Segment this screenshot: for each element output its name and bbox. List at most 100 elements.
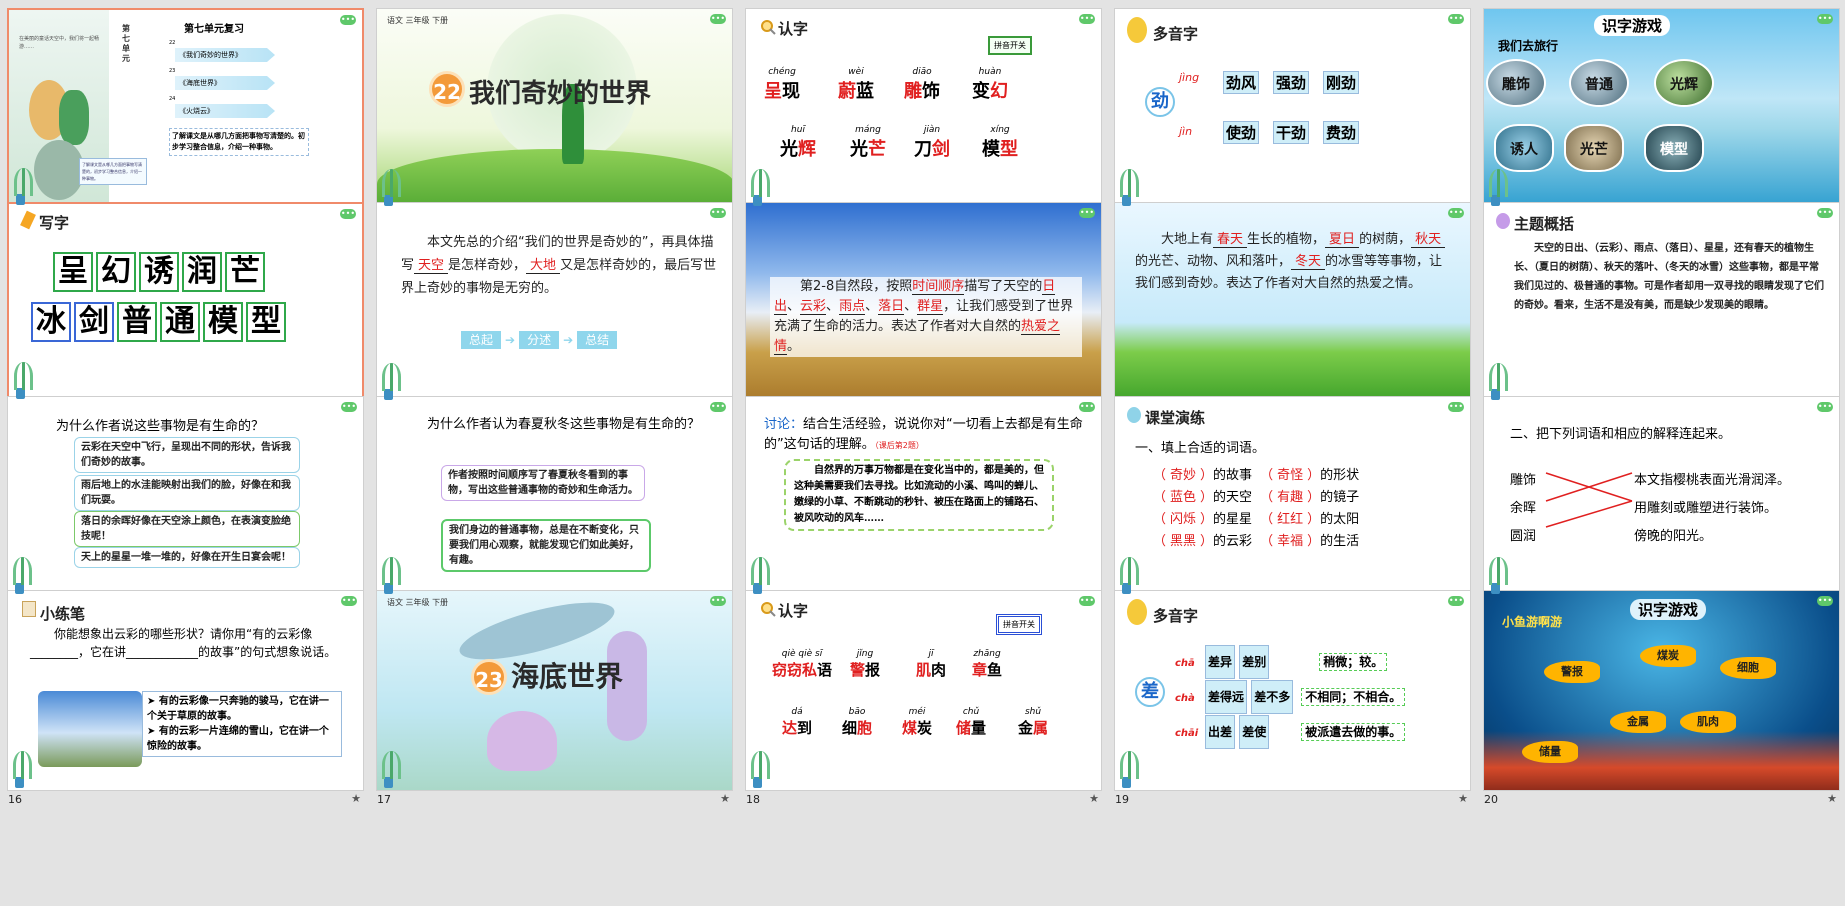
star-icon[interactable]: ★ — [1089, 792, 1099, 805]
answer-box: 云彩在天空中飞行，呈现出不同的形状，告诉我们奇妙的故事。 — [74, 437, 300, 473]
theme-summary: 天空的日出、（云彩）、雨点、（落日）、星星，还有春天的植物生长、（夏日的树荫）、… — [1514, 243, 1824, 311]
char-box: 诱 — [139, 252, 179, 292]
lesson-goal: 了解课文是从哪几方面把事物写清楚的。初步学习整合信息，介绍一种事物。 — [169, 128, 309, 156]
question-text: 为什么作者认为春夏秋冬这些事物是有生命的？ — [427, 417, 701, 432]
slide-thumbnail-19[interactable]: ••• 多音字 差 chā 差异 差别 稍微；较。 chà 差得远 差不多 不相同；不相… — [1114, 590, 1471, 791]
slide-thumbnail-12[interactable]: ••• 为什么作者认为春夏秋冬这些事物是有生命的？ 作者按照时间顺序写了春夏秋冬… — [376, 396, 733, 597]
word-bubble[interactable]: 诱人 — [1494, 124, 1554, 172]
mascot-icon — [1127, 599, 1147, 625]
word-row-1: 劲风 强劲 刚劲 — [1223, 71, 1360, 94]
slide-thumbnail-6[interactable]: ••• 写字 呈幻诱润芒 冰剑普通模型 — [7, 202, 364, 403]
fish-word[interactable]: 煤炭 — [1640, 645, 1696, 667]
clouds-photo — [38, 691, 142, 767]
polyphone-row: chāi 出差 差使 被派遣去做的事。 — [1175, 715, 1406, 750]
match-word[interactable]: 余晖 — [1510, 495, 1536, 523]
word-bubble[interactable]: 雕饰 — [1486, 59, 1546, 107]
slide-cell-20: ••• 识字游戏 小鱼游啊游 警报 煤炭 细胞 金属 肌肉 储量 20 ★ — [1476, 582, 1845, 812]
lesson-entry: 24 《火烧云》 — [169, 96, 329, 124]
char-box: 冰 — [31, 302, 71, 342]
plant-icon — [381, 360, 401, 400]
slide-title: 课堂演练 — [1145, 409, 1206, 427]
fish-word[interactable]: 肌肉 — [1680, 711, 1736, 733]
answer-box: 雨后地上的水洼能映射出我们的脸，好像在和我们玩耍。 — [74, 475, 300, 511]
example-answers: ➤ 有的云彩像一只奔驰的骏马，它在讲一个关于草原的故事。 ➤ 有的云彩一片连绵的雪… — [142, 691, 342, 757]
fill-row: （奇妙 ）的故事（奇怪 ）的形状 — [1153, 468, 1360, 483]
plant-icon — [1488, 360, 1508, 400]
definition-column: 本文指樱桃表面光滑润泽。 用雕刻或雕塑进行装饰。 傍晚的阳光。 — [1634, 467, 1790, 551]
discussion-answer: 自然界的万事万物都是在变化当中的，都是美的，但这种美需要我们去寻找。比如流动的小… — [784, 459, 1054, 531]
fish-word[interactable]: 细胞 — [1720, 657, 1776, 679]
pinyin-2: jìn — [1179, 125, 1193, 138]
fish-word[interactable]: 储量 — [1522, 741, 1578, 763]
slide-thumbnail-7[interactable]: ••• 本文先总的介绍“我们的世界是奇妙的”，再具体描写 天空 是怎样奇妙， 大地 又是… — [376, 202, 733, 403]
star-icon[interactable]: ★ — [351, 792, 361, 805]
star-icon[interactable]: ★ — [1827, 792, 1837, 805]
slide-more-icon: ••• — [1079, 208, 1095, 218]
match-definition[interactable]: 傍晚的阳光。 — [1634, 523, 1790, 551]
slide-thumbnail-9[interactable]: ••• 大地上有 春天 生长的植物， 夏日 的树荫， 秋天的光芒、动物、风和落叶， 冬天 的冰… — [1114, 202, 1471, 403]
slide-cell-18: ••• 认字 拼音开关 qiè qiè sī 窃窃私语 jǐng 警报 jī 肌肉 z… — [738, 582, 1107, 812]
fish-word[interactable]: 金属 — [1610, 711, 1666, 733]
match-word[interactable]: 圆润 — [1510, 523, 1536, 551]
slide-more-icon: ••• — [1448, 14, 1464, 24]
paragraph-text: 第2-8自然段，按照时间顺序描写了天空的日出、云彩、雨点、落日、群星，让我们感受… — [770, 277, 1082, 357]
slide-title: 识字游戏 — [1594, 15, 1671, 36]
slide-title: 认字 — [778, 20, 809, 38]
slide-title: 多音字 — [1153, 607, 1199, 625]
slide-more-icon: ••• — [1079, 596, 1095, 606]
plant-icon — [1119, 748, 1139, 788]
word-bubble[interactable]: 光芒 — [1564, 124, 1624, 172]
plant-icon — [13, 359, 33, 399]
slide-thumbnail-3[interactable]: ••• 认字 拼音开关 chéng 呈现 wèi 蔚蓝 diāo 雕饰 huàn 变幻 … — [745, 8, 1102, 209]
lesson-list: 22 《我们奇妙的世界》 23 《海底世界》 24 《火烧云》 — [169, 40, 329, 124]
slide-number: 18 — [746, 793, 760, 806]
slide-thumbnail-15[interactable]: ••• 二、把下列词语和相应的解释连起来。 雕饰 余晖 圆润 本文指樱桃表面光滑润泽… — [1483, 396, 1840, 597]
slide-title: 我们奇妙的世界 — [469, 79, 652, 109]
magnifier-icon — [760, 19, 776, 39]
fill-row: （蓝色 ）的天空（有趣 ）的镜子 — [1153, 490, 1360, 505]
slide-thumbnail-8[interactable]: ••• 第2-8自然段，按照时间顺序描写了天空的日出、云彩、雨点、落日、群星，让… — [745, 202, 1102, 403]
slide-header: 语文 三年级 下册 — [387, 16, 449, 25]
pinyin-toggle-button[interactable]: 拼音开关 — [996, 614, 1042, 635]
fill-row: （闪烁 ）的星星（红红 ）的太阳 — [1153, 512, 1360, 527]
star-icon[interactable]: ★ — [1458, 792, 1468, 805]
plant-icon — [381, 748, 401, 788]
lesson-entry: 23 《海底世界》 — [169, 68, 329, 96]
word-item: huī 光辉 — [780, 125, 816, 160]
slide-thumbnail-10[interactable]: ••• 主题概括 天空的日出、（云彩）、雨点、（落日）、星星，还有春天的植物生长… — [1483, 202, 1840, 403]
word-item: wèi 蔚蓝 — [838, 67, 874, 102]
star-icon[interactable]: ★ — [720, 792, 730, 805]
slide-more-icon: ••• — [710, 208, 726, 218]
match-definition[interactable]: 用雕刻或雕塑进行装饰。 — [1634, 495, 1790, 523]
slide-thumbnail-11[interactable]: ••• 为什么作者说这些事物是有生命的？ 云彩在天空中飞行，呈现出不同的形状，告… — [7, 396, 364, 597]
slide-thumbnail-5[interactable]: ••• 识字游戏 我们去旅行 雕饰 普通 光辉 诱人 光芒 模型 — [1483, 8, 1840, 209]
slide-title: 主题概括 — [1514, 215, 1575, 233]
char-row-2: 冰剑普通模型 — [31, 302, 289, 342]
word-bubble[interactable]: 光辉 — [1654, 59, 1714, 107]
slide-more-icon: ••• — [710, 14, 726, 24]
word-item: dá 达到 — [782, 707, 813, 737]
slide-intro: 在美丽的童话天空中，我们将一起畅游…… — [19, 36, 100, 50]
slide-more-icon: ••• — [1079, 402, 1095, 412]
char-box: 呈 — [53, 252, 93, 292]
slide-cell-16: ••• 小练笔 你能想象出云彩的哪些形状？请你用“有的云彩像________，它… — [0, 582, 369, 812]
slide-number: 16 — [8, 793, 22, 806]
slide-thumbnail-1[interactable]: ••• 在美丽的童话天空中，我们将一起畅游…… 第七单元 第七单元复习 22 《我… — [7, 8, 364, 209]
match-word[interactable]: 雕饰 — [1510, 467, 1536, 495]
plant-icon — [1119, 166, 1139, 206]
slide-more-icon: ••• — [341, 596, 357, 606]
slide-thumbnail-2[interactable]: ••• 语文 三年级 下册 22 我们奇妙的世界 — [376, 8, 733, 209]
fish-word[interactable]: 警报 — [1544, 661, 1600, 683]
char-box: 通 — [160, 302, 200, 342]
slide-thumbnail-17[interactable]: ••• 语文 三年级 下册 23 海底世界 — [376, 590, 733, 791]
slide-thumbnail-16[interactable]: ••• 小练笔 你能想象出云彩的哪些形状？请你用“有的云彩像________，它… — [7, 590, 364, 791]
slide-thumbnail-14[interactable]: ••• 课堂演练 一、填上合适的词语。 （奇妙 ）的故事（奇怪 ）的形状 （蓝色 ）的… — [1114, 396, 1471, 597]
word-bubble[interactable]: 模型 — [1644, 124, 1704, 172]
slide-thumbnail-13[interactable]: ••• 讨论：结合生活经验，说说你对“一切看上去都是有生命的”这句话的理解。（课… — [745, 396, 1102, 597]
slide-thumbnail-20[interactable]: ••• 识字游戏 小鱼游啊游 警报 煤炭 细胞 金属 肌肉 储量 — [1483, 590, 1840, 791]
pinyin-toggle-button[interactable]: 拼音开关 — [988, 36, 1032, 55]
match-definition[interactable]: 本文指樱桃表面光滑润泽。 — [1634, 467, 1790, 495]
slide-thumbnail-4[interactable]: ••• 多音字 劲 jìng jìn 劲风 强劲 刚劲 使劲 干劲 费劲 — [1114, 8, 1471, 209]
slide-thumbnail-18[interactable]: ••• 认字 拼音开关 qiè qiè sī 窃窃私语 jǐng 警报 jī 肌肉 z… — [745, 590, 1102, 791]
word-bubble[interactable]: 普通 — [1569, 59, 1629, 107]
